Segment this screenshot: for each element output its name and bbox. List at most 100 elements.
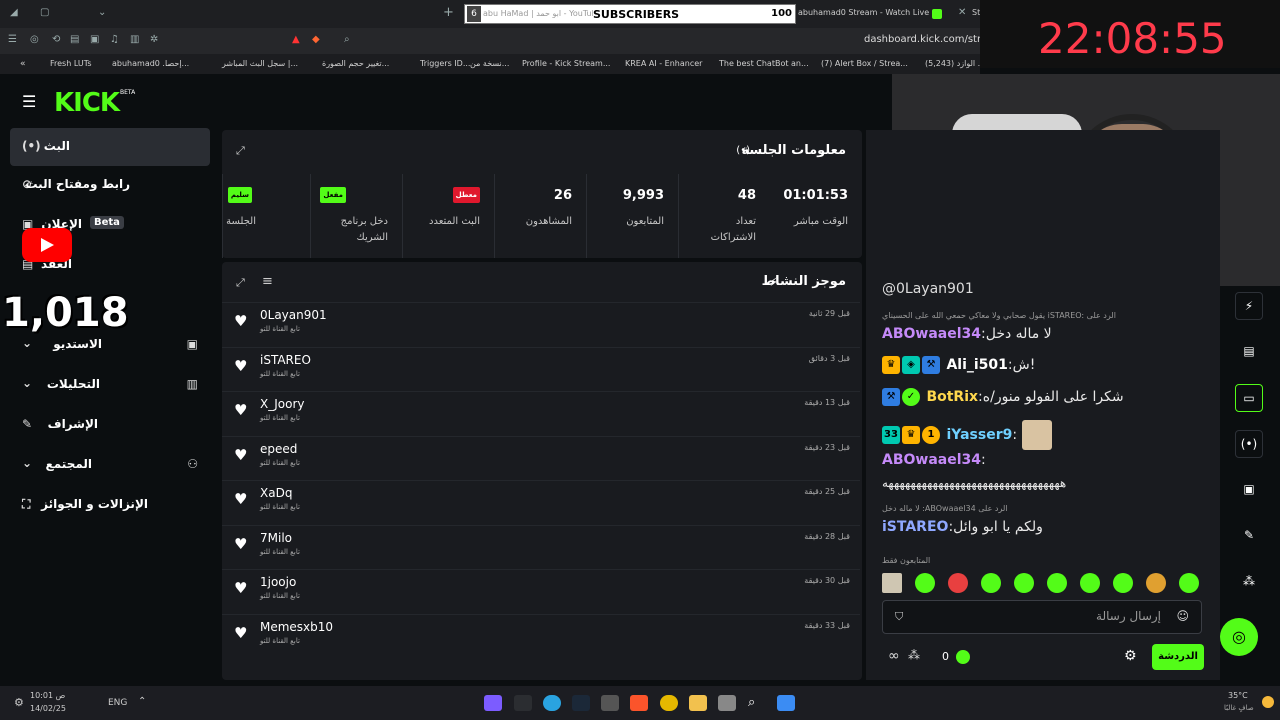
- settings-gear-icon[interactable]: ⚙: [14, 696, 24, 709]
- bookmark-item[interactable]: KREA AI - Enhancer: [625, 59, 702, 68]
- hamburger-icon[interactable]: ☰: [22, 92, 36, 111]
- infinity-icon[interactable]: ∞: [888, 648, 900, 664]
- bolt-icon: ⚡: [769, 275, 778, 289]
- steam-icon[interactable]: [572, 695, 590, 711]
- activity-username[interactable]: 7Milo: [260, 531, 292, 545]
- telegram-icon[interactable]: [543, 695, 561, 711]
- activity-username[interactable]: X_Joory: [260, 397, 304, 411]
- emote-icon[interactable]: [1014, 573, 1034, 593]
- emote-icon[interactable]: [1179, 573, 1199, 593]
- chat-send-button[interactable]: الدردشة: [1152, 644, 1204, 670]
- menu-icon[interactable]: ☰: [8, 34, 17, 45]
- brave-shields-icon[interactable]: ◆: [312, 34, 320, 45]
- windows-start-icon[interactable]: [777, 695, 795, 711]
- emote-icon[interactable]: [915, 573, 935, 593]
- language-indicator[interactable]: ENG: [108, 698, 127, 708]
- sidebar-item-community[interactable]: ⌄ المجتمع ⚇: [10, 446, 210, 484]
- sidebar-item-live[interactable]: (•) البث: [10, 128, 210, 166]
- sidebar-item-moderation[interactable]: ✎ الإشراف: [10, 406, 210, 444]
- bookmark-item[interactable]: (7) Alert Box / Strea...: [821, 59, 908, 68]
- expand-icon[interactable]: ⤢: [236, 276, 245, 290]
- chat-username[interactable]: iYasser9: [946, 427, 1012, 443]
- emote-icon[interactable]: [1146, 573, 1166, 593]
- bookmark-item[interactable]: تغيير حجم الصورة...: [322, 59, 389, 68]
- bookmark-item[interactable]: (5,243) الوازد ...: [925, 59, 985, 68]
- notes-icon[interactable]: ▤: [1235, 338, 1263, 366]
- bookmark-item[interactable]: إحصا...: [165, 59, 189, 68]
- wallet-icon[interactable]: ▥: [130, 34, 139, 45]
- extensions-icon[interactable]: ✲: [150, 34, 158, 45]
- bookmark-item[interactable]: The best ChatBot an...: [719, 59, 809, 68]
- tab-list-icon[interactable]: ⌄: [98, 7, 106, 18]
- emote-icon[interactable]: [948, 573, 968, 593]
- bookmark-item[interactable]: Triggers ID...: [420, 59, 470, 68]
- activity-username[interactable]: XaDq: [260, 486, 292, 500]
- chat-username[interactable]: BotRix: [926, 389, 978, 405]
- chat-username[interactable]: Ali_i501: [946, 357, 1007, 373]
- bookmark-item[interactable]: نسخة من...: [470, 59, 509, 68]
- bolt-icon[interactable]: ⚡: [1235, 292, 1263, 320]
- activity-username[interactable]: iSTAREO: [260, 353, 311, 367]
- tab-title-kick[interactable]: abuhamad0 Stream - Watch Live on: [798, 8, 942, 17]
- bookmark-item[interactable]: سجل البث المباشر |...: [222, 59, 298, 68]
- tab-title-third[interactable]: St: [972, 8, 980, 17]
- shield-icon[interactable]: ◎: [30, 34, 39, 45]
- kick-logo[interactable]: KICK: [54, 88, 120, 118]
- app-icon[interactable]: [718, 695, 736, 711]
- chat-username[interactable]: ABOwaael34: [882, 326, 981, 342]
- activity-username[interactable]: epeed: [260, 442, 297, 456]
- new-tab-icon[interactable]: +: [443, 5, 454, 20]
- brave-icon[interactable]: [630, 695, 648, 711]
- activity-username[interactable]: 0Layan901: [260, 308, 327, 322]
- chevron-down-icon: ⌄: [22, 376, 33, 390]
- emote-icon[interactable]: [1080, 573, 1100, 593]
- tab-icon[interactable]: ▢: [40, 7, 49, 18]
- filter-icon[interactable]: ≡: [262, 274, 273, 289]
- activity-row: ♥ XaDq تابع القناة للتو قبل 25 دقيقة: [222, 480, 860, 524]
- shield-icon[interactable]: ⛉: [895, 610, 903, 624]
- close-tab-icon[interactable]: ✕: [958, 7, 966, 18]
- wrench-icon[interactable]: ✎: [1235, 522, 1263, 550]
- emote-icon[interactable]: [981, 573, 1001, 593]
- bookmark-item[interactable]: Fresh LUTs: [50, 59, 91, 68]
- chat-username[interactable]: ABOwaael34: [882, 452, 981, 468]
- activity-username[interactable]: 1joojo: [260, 575, 296, 589]
- emoji-icon[interactable]: ☺: [1176, 609, 1189, 623]
- bookmarks-scroll-icon[interactable]: «: [20, 59, 26, 69]
- video-icon[interactable]: ▣: [1235, 476, 1263, 504]
- explorer-icon[interactable]: [689, 695, 707, 711]
- tabs-icon[interactable]: ▤: [70, 34, 79, 45]
- history-icon[interactable]: ⟲: [52, 34, 60, 45]
- sidebar-item-stream-key[interactable]: ⊘ رابط ومفتاح البث: [10, 166, 210, 204]
- sidebar-item-drops[interactable]: ⛶ الإنزالات و الجوائز: [10, 486, 210, 524]
- search-icon[interactable]: ⌕: [748, 695, 766, 711]
- chat-username[interactable]: iSTAREO: [882, 519, 948, 535]
- settings-gear-icon[interactable]: ⚙: [1124, 648, 1137, 664]
- emote-icon[interactable]: [882, 573, 902, 593]
- activity-username[interactable]: Memesxb10: [260, 620, 333, 634]
- sidebar-item-analytics[interactable]: ⌄ التحليلات ▥: [10, 366, 210, 404]
- broadcast-icon[interactable]: (•): [1235, 430, 1263, 458]
- discord-icon[interactable]: [484, 695, 502, 711]
- reader-icon[interactable]: ▣: [90, 34, 99, 45]
- tab-title-youtube[interactable]: abu HaMad | ابو حمد - YouTube: [483, 9, 593, 18]
- app-icon[interactable]: [514, 695, 532, 711]
- emote-icon[interactable]: [1113, 573, 1133, 593]
- chat-input[interactable]: ⛉ إرسال رسالة ☺: [882, 600, 1202, 634]
- music-icon[interactable]: ♫: [110, 34, 119, 45]
- window-menu-icon[interactable]: ◢: [10, 7, 18, 18]
- crown-badge-icon: ♛: [902, 426, 920, 444]
- tray-chevron-icon[interactable]: ⌃: [138, 696, 146, 707]
- bookmark-item[interactable]: Profile - Kick Stream...: [522, 59, 610, 68]
- support-icon[interactable]: ◎: [1220, 618, 1258, 656]
- expand-icon[interactable]: ⤢: [236, 144, 245, 158]
- community-icon[interactable]: ⁂: [1235, 568, 1263, 596]
- search-icon[interactable]: ⌕: [344, 34, 350, 45]
- chat-icon[interactable]: ▭: [1235, 384, 1263, 412]
- bookmarks-bar: « Fresh LUTs abuhamad0 ... إحصا... سجل ا…: [0, 54, 985, 74]
- brave-rewards-icon[interactable]: ▲: [292, 34, 300, 45]
- emote-icon[interactable]: [1047, 573, 1067, 593]
- store-icon[interactable]: [601, 695, 619, 711]
- chrome-icon[interactable]: [660, 695, 678, 711]
- bookmark-item[interactable]: abuhamad0 ...: [112, 59, 170, 68]
